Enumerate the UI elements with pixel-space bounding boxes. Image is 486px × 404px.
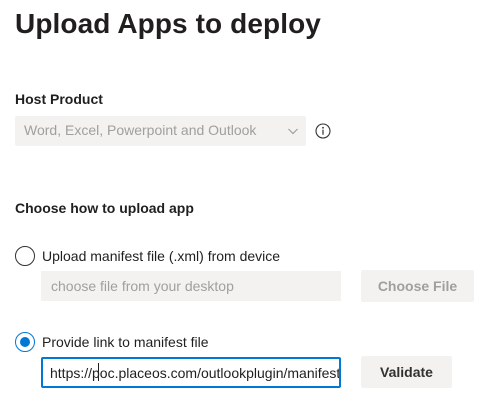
chevron-down-icon	[288, 128, 298, 135]
manifest-url-input[interactable]: https://poc.placeos.com/outlookplugin/ma…	[41, 357, 341, 388]
host-product-selected-value: Word, Excel, Powerpoint and Outlook	[24, 122, 257, 138]
text-caret	[98, 363, 99, 381]
file-path-input: choose file from your desktop	[41, 271, 341, 301]
host-product-dropdown[interactable]: Word, Excel, Powerpoint and Outlook	[15, 116, 306, 146]
file-path-placeholder: choose file from your desktop	[51, 278, 234, 294]
host-product-label: Host Product	[15, 91, 103, 107]
validate-button[interactable]: Validate	[361, 356, 452, 388]
upload-from-device-radio[interactable]	[15, 246, 35, 266]
manifest-url-value: https://poc.placeos.com/outlookplugin/ma…	[50, 365, 341, 381]
provide-link-label[interactable]: Provide link to manifest file	[42, 333, 209, 351]
upload-apps-page: Upload Apps to deploy Host Product Word,…	[0, 0, 486, 404]
upload-method-label: Choose how to upload app	[15, 200, 194, 216]
provide-link-radio[interactable]	[15, 332, 35, 352]
info-icon[interactable]	[315, 123, 331, 139]
choose-file-button: Choose File	[361, 270, 474, 302]
page-title: Upload Apps to deploy	[15, 8, 321, 39]
upload-from-device-label[interactable]: Upload manifest file (.xml) from device	[42, 247, 280, 265]
